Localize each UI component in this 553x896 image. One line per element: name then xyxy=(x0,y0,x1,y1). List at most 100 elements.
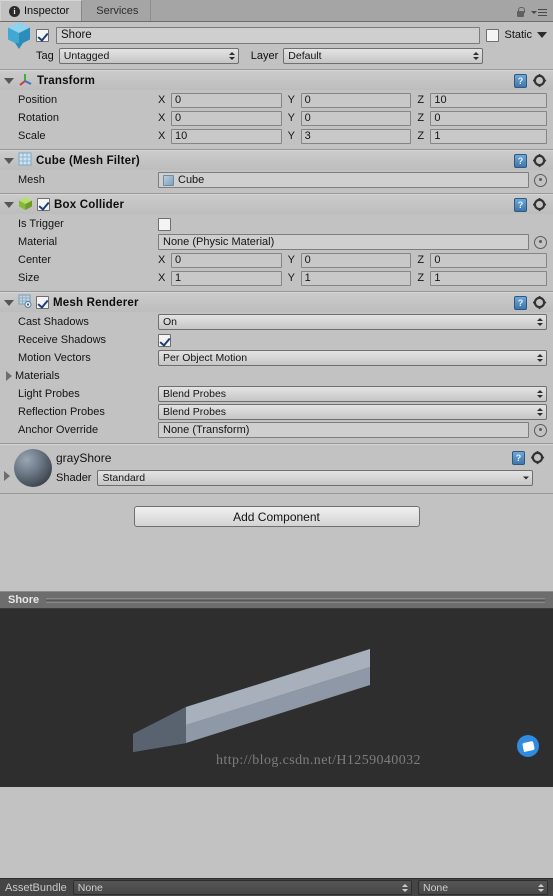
add-component-button[interactable]: Add Component xyxy=(133,506,420,527)
game-object-name-input[interactable]: Shore xyxy=(56,26,481,44)
gear-icon[interactable] xyxy=(531,451,545,465)
row-reflection-probes: Reflection Probes Blend Probes xyxy=(6,403,547,421)
tag-dropdown[interactable]: Untagged xyxy=(58,48,239,64)
foldout-arrow-icon[interactable] xyxy=(4,157,14,164)
row-materials[interactable]: Materials xyxy=(6,367,547,385)
materials-foldout[interactable]: Materials xyxy=(6,370,158,382)
row-light-probes: Light Probes Blend Probes xyxy=(6,385,547,403)
foldout-arrow-icon[interactable] xyxy=(6,371,12,381)
rotation-x-input[interactable]: 0 xyxy=(171,110,282,126)
position-y-input[interactable]: 0 xyxy=(300,92,412,108)
gear-icon[interactable] xyxy=(533,295,547,310)
position-z-input[interactable]: 10 xyxy=(430,92,548,108)
rotation-z-input[interactable]: 0 xyxy=(430,110,548,126)
asset-bundle-variant-dropdown[interactable]: None xyxy=(418,880,548,895)
static-dropdown-icon[interactable] xyxy=(537,32,547,38)
component-header-mesh-filter[interactable]: Cube (Mesh Filter) xyxy=(0,150,553,170)
mesh-object-field[interactable]: Cube xyxy=(158,172,529,188)
menu-icon[interactable] xyxy=(531,8,547,17)
material-foldout-arrow-icon[interactable] xyxy=(4,471,10,481)
preview-header[interactable]: Shore xyxy=(0,591,553,609)
reflection-probes-dropdown[interactable]: Blend Probes xyxy=(158,404,547,420)
layer-dropdown[interactable]: Default xyxy=(283,48,484,64)
lock-icon[interactable] xyxy=(516,7,525,18)
help-icon[interactable] xyxy=(514,197,527,212)
shader-dropdown[interactable]: Standard xyxy=(97,470,533,486)
rotation-y-input[interactable]: 0 xyxy=(300,110,412,126)
axis-y-label: Y xyxy=(287,272,296,284)
cast-shadows-dropdown[interactable]: On xyxy=(158,314,547,330)
light-probes-dropdown[interactable]: Blend Probes xyxy=(158,386,547,402)
motion-vectors-dropdown[interactable]: Per Object Motion xyxy=(158,350,547,366)
preview-resize-handle[interactable] xyxy=(46,597,545,604)
center-x-input[interactable]: 0 xyxy=(171,252,282,268)
box-collider-enabled-checkbox[interactable] xyxy=(37,198,50,211)
static-toggle-group: Static xyxy=(486,28,547,42)
is-trigger-checkbox[interactable] xyxy=(158,217,171,231)
component-title: Cube (Mesh Filter) xyxy=(36,154,140,167)
scale-y-input[interactable]: 3 xyxy=(300,128,412,144)
game-object-active-checkbox[interactable] xyxy=(36,28,49,42)
size-x-input[interactable]: 1 xyxy=(171,270,282,286)
mesh-renderer-enabled-checkbox[interactable] xyxy=(36,296,49,309)
transform-rows: Position X0 Y0 Z 10 Rotation X0 Y0 Z0 Sca… xyxy=(0,90,553,149)
cube-prefab-icon xyxy=(6,20,32,50)
component-header-mesh-renderer[interactable]: Mesh Renderer xyxy=(0,292,553,312)
component-header-actions xyxy=(514,73,547,88)
row-receive-shadows: Receive Shadows xyxy=(6,331,547,349)
physic-material-picker-icon[interactable] xyxy=(534,235,547,249)
tab-bar: i Inspector Services xyxy=(0,0,553,22)
layer-value: Default xyxy=(288,50,322,62)
help-icon[interactable] xyxy=(514,73,527,88)
row-rotation: Rotation X0 Y0 Z0 xyxy=(6,109,548,127)
scale-z-input[interactable]: 1 xyxy=(430,128,548,144)
anchor-override-object-field[interactable]: None (Transform) xyxy=(158,422,529,438)
help-icon[interactable] xyxy=(514,295,527,310)
gear-icon[interactable] xyxy=(533,153,547,168)
size-z-input[interactable]: 1 xyxy=(430,270,548,286)
axis-z-label: Z xyxy=(417,112,425,124)
component-header-box-collider[interactable]: Box Collider xyxy=(0,194,553,214)
foldout-arrow-icon[interactable] xyxy=(4,299,14,306)
anchor-override-picker-icon[interactable] xyxy=(534,423,547,437)
mesh-value: Cube xyxy=(178,174,205,186)
row-label: Motion Vectors xyxy=(18,352,91,364)
size-y-input[interactable]: 1 xyxy=(300,270,412,286)
row-cast-shadows: Cast Shadows On xyxy=(6,313,547,331)
mesh-picker-icon[interactable] xyxy=(534,173,547,187)
component-title: Box Collider xyxy=(54,198,125,211)
tab-inspector[interactable]: i Inspector xyxy=(0,0,83,21)
add-component-area: Add Component xyxy=(0,494,553,541)
center-y-input[interactable]: 0 xyxy=(300,252,412,268)
row-label: Rotation xyxy=(18,112,59,124)
axis-y-label: Y xyxy=(287,94,296,106)
tab-services[interactable]: Services xyxy=(82,0,152,21)
gear-icon[interactable] xyxy=(533,73,547,88)
gear-icon[interactable] xyxy=(533,197,547,212)
help-icon[interactable] xyxy=(514,153,527,168)
asset-bundle-variant-value: None xyxy=(423,881,449,894)
physic-material-object-field[interactable]: None (Physic Material) xyxy=(158,234,529,250)
help-icon[interactable] xyxy=(512,451,525,465)
row-label: Materials xyxy=(15,370,60,382)
receive-shadows-checkbox[interactable] xyxy=(158,333,171,347)
position-x-input[interactable]: 0 xyxy=(171,92,282,108)
scale-x-input[interactable]: 10 xyxy=(171,128,282,144)
row-mesh: Mesh Cube xyxy=(6,171,547,189)
center-z-input[interactable]: 0 xyxy=(430,252,548,268)
row-scale: Scale X 10 Y3 Z1 xyxy=(6,127,548,145)
asset-bundle-bar: AssetBundle None None xyxy=(0,878,553,896)
component-header-transform[interactable]: Transform xyxy=(0,70,553,90)
vector3-rotation: X0 Y0 Z0 xyxy=(158,110,548,126)
tag-layer-row: Tag Untagged Layer Default xyxy=(6,48,547,64)
component-mesh-renderer: Mesh Renderer Cast Shadows xyxy=(0,292,553,444)
foldout-arrow-icon[interactable] xyxy=(4,201,14,208)
preview-viewport[interactable]: http://blog.csdn.net/H1259040032 xyxy=(0,609,553,787)
component-mesh-filter: Cube (Mesh Filter) Mesh xyxy=(0,150,553,194)
foldout-arrow-icon[interactable] xyxy=(4,77,14,84)
mesh-renderer-icon xyxy=(18,294,32,311)
static-checkbox[interactable] xyxy=(486,28,500,42)
box-collider-icon xyxy=(18,196,33,214)
row-label: Size xyxy=(18,272,40,284)
asset-bundle-dropdown[interactable]: None xyxy=(72,880,412,895)
